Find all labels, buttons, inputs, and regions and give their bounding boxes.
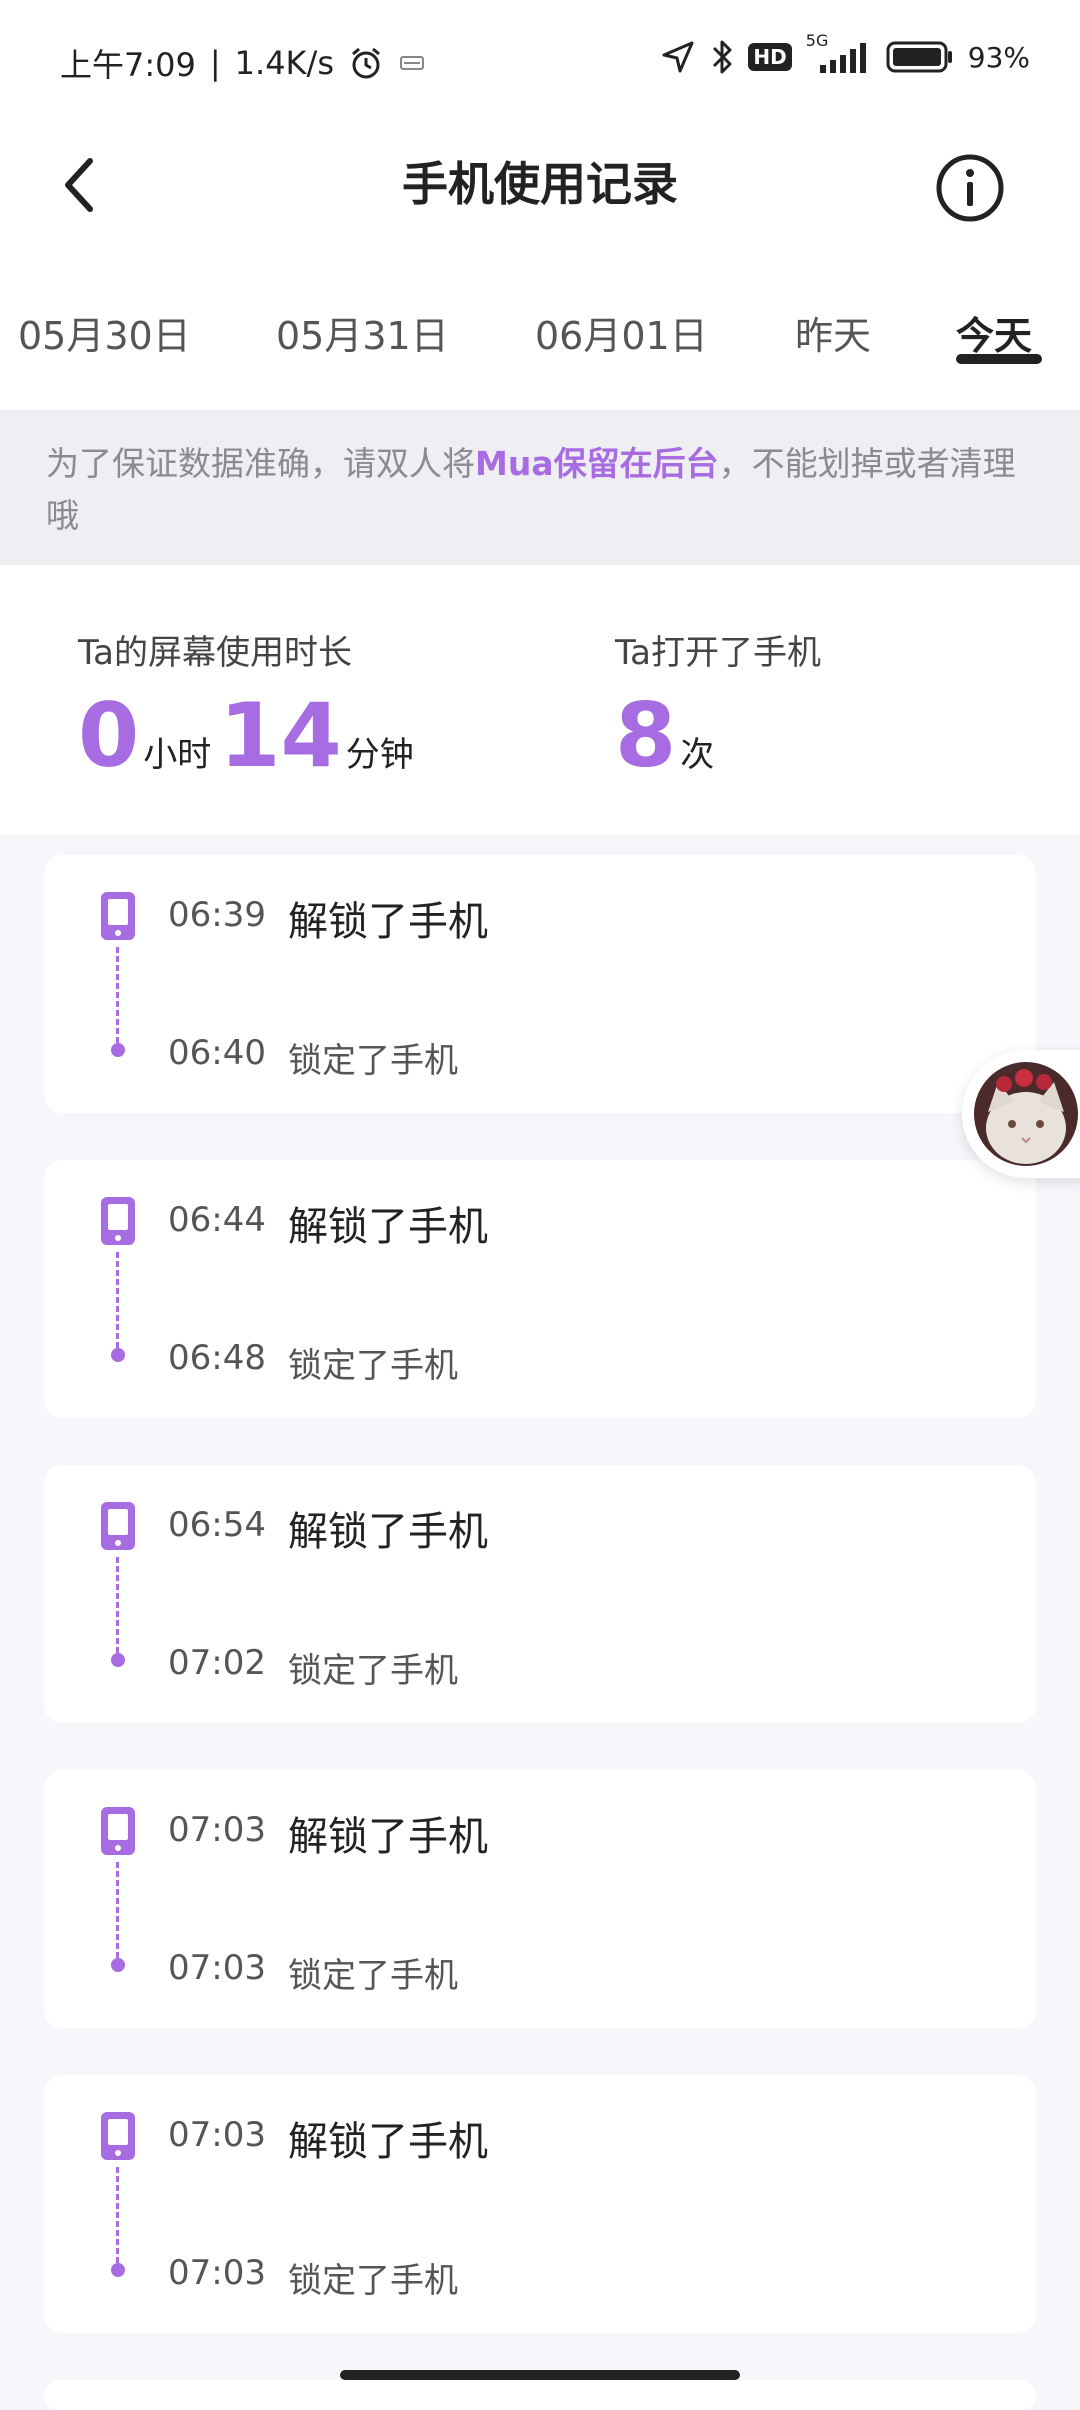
status-bar: 上午7:09 | 1.4K/s HD 5G 93% <box>0 0 1080 120</box>
record-card: 06:39 解锁了手机 06:40 锁定了手机 <box>44 855 1036 1113</box>
alarm-icon <box>348 45 384 81</box>
unlock-event-text: 解锁了手机 <box>288 2119 488 2165</box>
active-tab-indicator <box>956 354 1042 364</box>
usage-stats: Ta的屏幕使用时长 0 小时 14 分钟 Ta打开了手机 8 次 <box>0 565 1080 835</box>
tab-today[interactable]: 今天 <box>956 305 1032 360</box>
record-card: 07:03 解锁了手机 07:03 锁定了手机 <box>44 2075 1036 2333</box>
record-card: 07:03 解锁了手机 07:03 锁定了手机 <box>44 1770 1036 2028</box>
status-left: 上午7:09 | 1.4K/s <box>60 40 426 86</box>
lock-event-text: 锁定了手机 <box>288 1651 458 1691</box>
unlock-count-stat: Ta打开了手机 8 次 <box>615 625 821 780</box>
tab-06-01[interactable]: 06月01日 <box>535 305 708 360</box>
status-divider: | <box>209 44 221 82</box>
timeline-end-dot <box>111 2263 125 2277</box>
phone-icon <box>101 892 135 940</box>
unlock-count-number: 8 <box>615 684 677 787</box>
network-speed: 1.4K/s <box>234 44 334 82</box>
unlock-count-unit: 次 <box>680 735 715 775</box>
info-button[interactable] <box>920 138 1020 238</box>
notice-prefix: 为了保证数据准确，请双人将 <box>46 444 475 483</box>
lock-time: 07:03 <box>168 1948 266 1988</box>
lock-time: 07:02 <box>168 1643 266 1683</box>
unlock-time: 07:03 <box>168 1810 266 1850</box>
page-title: 手机使用记录 <box>402 157 678 211</box>
timeline-end-dot <box>111 1348 125 1362</box>
unlock-time: 06:39 <box>168 895 266 935</box>
home-indicator[interactable] <box>340 2370 740 2380</box>
notice-banner: 为了保证数据准确，请双人将Mua保留在后台，不能划掉或者清理哦 <box>0 410 1080 565</box>
cat-avatar-icon <box>974 1062 1078 1166</box>
unlock-count-label: Ta打开了手机 <box>615 633 821 673</box>
phone-icon <box>101 1197 135 1245</box>
hours-unit: 小时 <box>143 735 212 775</box>
notice-highlight: Mua保留在后台 <box>475 444 719 483</box>
lock-event-text: 锁定了手机 <box>288 1041 458 1081</box>
lock-event-text: 锁定了手机 <box>288 2261 458 2301</box>
status-right: HD 5G 93% <box>660 31 1030 76</box>
unlock-event-text: 解锁了手机 <box>288 1814 488 1860</box>
lock-time: 06:48 <box>168 1338 266 1378</box>
bluetooth-icon <box>710 38 734 76</box>
app-header: 手机使用记录 <box>0 120 1080 250</box>
timeline-end-dot <box>111 1043 125 1057</box>
location-icon <box>660 39 696 75</box>
battery-icon <box>886 40 954 74</box>
tab-05-30[interactable]: 05月30日 <box>18 305 191 360</box>
tab-05-31[interactable]: 05月31日 <box>276 305 449 360</box>
minutes-value: 14 <box>219 684 342 787</box>
unlock-time: 06:44 <box>168 1200 266 1240</box>
record-card: 06:54 解锁了手机 07:02 锁定了手机 <box>44 1465 1036 1723</box>
timeline-connector <box>116 2167 123 2263</box>
screen-time-stat: Ta的屏幕使用时长 0 小时 14 分钟 <box>78 625 422 780</box>
phone-icon <box>101 2112 135 2160</box>
lock-event-text: 锁定了手机 <box>288 1956 458 1996</box>
timeline-connector <box>116 1557 123 1653</box>
timeline-end-dot <box>111 1653 125 1667</box>
minutes-unit: 分钟 <box>345 735 414 775</box>
timeline-connector <box>116 947 123 1043</box>
screen-time-label: Ta的屏幕使用时长 <box>78 633 352 673</box>
notification-icon <box>398 51 426 75</box>
record-card-partial <box>44 2380 1036 2410</box>
floating-avatar-button[interactable] <box>962 1050 1080 1178</box>
phone-icon <box>101 1502 135 1550</box>
date-tabs: 05月30日 05月31日 06月01日 昨天 今天 <box>0 250 1080 410</box>
status-time: 上午7:09 <box>60 46 196 84</box>
unlock-time: 06:54 <box>168 1505 266 1545</box>
battery-percent: 93% <box>967 40 1030 74</box>
timeline-end-dot <box>111 1958 125 1972</box>
lock-time: 07:03 <box>168 2253 266 2293</box>
usage-records-list: 06:39 解锁了手机 06:40 锁定了手机 06:44 解锁了手机 06:4… <box>0 835 1080 2410</box>
timeline-connector <box>116 1862 123 1958</box>
unlock-event-text: 解锁了手机 <box>288 1509 488 1555</box>
unlock-event-text: 解锁了手机 <box>288 1204 488 1250</box>
tab-yesterday[interactable]: 昨天 <box>795 305 871 360</box>
unlock-time: 07:03 <box>168 2115 266 2155</box>
timeline-connector <box>116 1252 123 1348</box>
signal-icon: 5G <box>806 31 872 75</box>
avatar <box>974 1062 1078 1166</box>
unlock-event-text: 解锁了手机 <box>288 899 488 945</box>
screen-time-value: 0 小时 14 分钟 <box>78 692 422 780</box>
hours-value: 0 <box>78 684 140 787</box>
record-card: 06:44 解锁了手机 06:48 锁定了手机 <box>44 1160 1036 1418</box>
lock-time: 06:40 <box>168 1033 266 1073</box>
lock-event-text: 锁定了手机 <box>288 1346 458 1386</box>
info-icon <box>936 154 1004 222</box>
hd-badge: HD <box>748 43 792 71</box>
unlock-count-value: 8 次 <box>615 692 821 780</box>
phone-icon <box>101 1807 135 1855</box>
